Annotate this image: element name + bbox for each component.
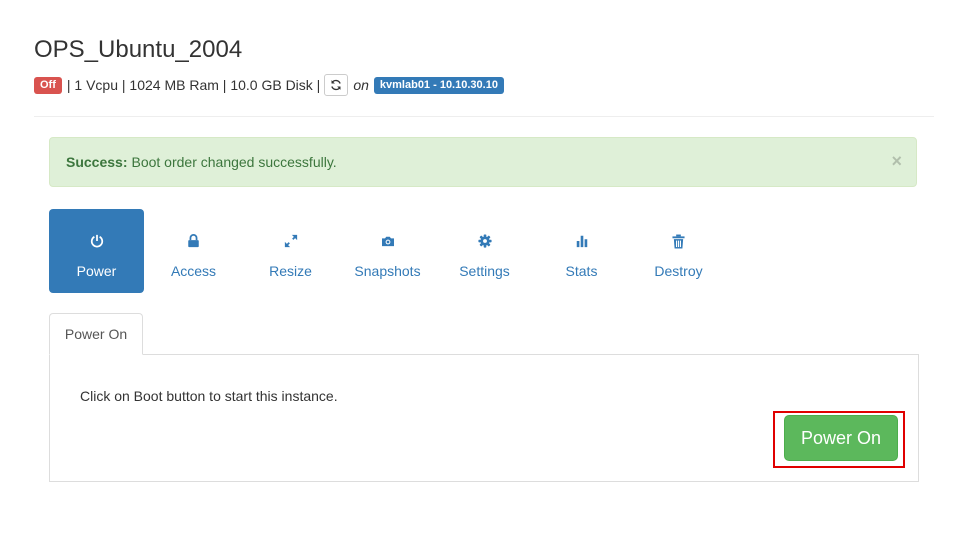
tab-destroy[interactable]: Destroy	[631, 209, 726, 293]
camera-icon	[380, 233, 396, 249]
tab-snapshots[interactable]: Snapshots	[340, 209, 435, 293]
tab-label: Access	[170, 263, 217, 279]
page: OPS_Ubuntu_2004 Off | 1 Vcpu | 1024 MB R…	[0, 0, 961, 543]
on-label: on	[353, 77, 369, 93]
gear-icon	[477, 233, 493, 249]
instance-meta: Off | 1 Vcpu | 1024 MB Ram | 10.0 GB Dis…	[34, 74, 504, 96]
lock-icon	[186, 233, 202, 249]
tab-label: Settings	[459, 263, 510, 279]
alert-message: Boot order changed successfully.	[131, 154, 337, 170]
tab-access[interactable]: Access	[146, 209, 241, 293]
panel-description: Click on Boot button to start this insta…	[80, 388, 338, 404]
page-title: OPS_Ubuntu_2004	[34, 36, 243, 63]
tab-label: Snapshots	[354, 263, 421, 279]
close-icon[interactable]: ×	[891, 151, 902, 171]
resize-icon	[283, 233, 299, 249]
tab-label: Power	[76, 263, 117, 279]
instance-tabs: Power Access Resize Snapshots Settings S…	[49, 209, 728, 293]
tab-label: Destroy	[654, 263, 703, 279]
power-icon	[89, 233, 105, 249]
status-badge: Off	[34, 76, 62, 94]
success-alert: Success: Boot order changed successfully…	[49, 137, 917, 187]
trash-icon	[671, 233, 687, 249]
instance-specs: | 1 Vcpu | 1024 MB Ram | 10.0 GB Disk |	[66, 77, 321, 93]
host-badge[interactable]: kvmlab01 - 10.10.30.10	[373, 76, 504, 94]
power-on-button[interactable]: Power On	[784, 415, 898, 461]
tab-label: Stats	[565, 263, 598, 279]
tab-settings[interactable]: Settings	[437, 209, 532, 293]
stats-icon	[574, 233, 590, 249]
tab-resize[interactable]: Resize	[243, 209, 338, 293]
header-divider	[34, 116, 934, 117]
refresh-button[interactable]	[324, 74, 349, 96]
tab-label: Resize	[269, 263, 312, 279]
refresh-icon	[331, 79, 342, 91]
tab-stats[interactable]: Stats	[534, 209, 629, 293]
subtab-power-on[interactable]: Power On	[49, 313, 143, 355]
tab-power[interactable]: Power	[49, 209, 144, 293]
alert-title: Success:	[66, 154, 128, 170]
